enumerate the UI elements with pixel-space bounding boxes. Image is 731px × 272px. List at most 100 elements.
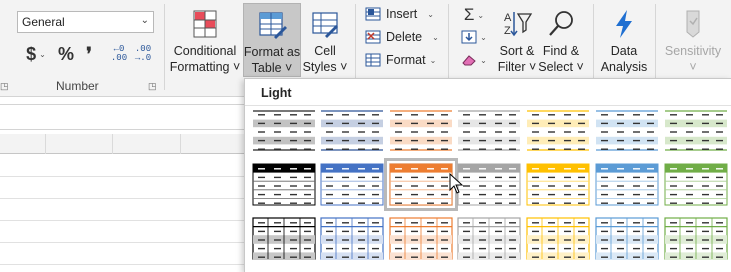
delete-cells-button[interactable]: Delete ⌄: [365, 27, 439, 47]
svg-text:Z: Z: [504, 25, 511, 37]
format-cells-icon: [365, 53, 381, 67]
cell-styles-label-2: Styles ˅: [302, 60, 348, 74]
chevron-down-icon: ⌄: [480, 55, 487, 65]
table-style-preview: [252, 163, 316, 206]
find-select-label: Find &: [542, 44, 580, 58]
table-style-swatch[interactable]: [526, 217, 590, 261]
table-style-swatch[interactable]: [389, 109, 453, 152]
table-style-swatch[interactable]: [252, 163, 316, 206]
column-header-row: [0, 134, 244, 154]
number-format-dropdown[interactable]: General ⌄: [17, 11, 154, 33]
grid-line: [0, 242, 244, 243]
table-style-swatch[interactable]: [320, 217, 384, 261]
sensitivity-tag-icon: [686, 10, 700, 38]
table-style-preview: [457, 163, 521, 206]
comma-style-button[interactable]: ❜: [79, 43, 99, 65]
clear-button[interactable]: ⌄: [456, 50, 492, 70]
svg-text:A: A: [504, 12, 512, 24]
table-style-swatch[interactable]: [320, 163, 384, 206]
group-separator: [164, 4, 165, 90]
conditional-formatting-label: Conditional: [173, 44, 237, 58]
insert-cells-icon: [365, 7, 381, 21]
dialog-launcher-icon[interactable]: ◳: [148, 81, 157, 92]
table-style-swatch[interactable]: [595, 217, 659, 261]
data-analysis-label-2: Analysis: [600, 60, 648, 74]
table-style-swatch[interactable]: [252, 109, 316, 152]
format-cells-button[interactable]: Format ⌄: [365, 50, 436, 70]
table-style-swatch[interactable]: [526, 163, 590, 206]
fill-down-icon: [461, 30, 477, 44]
table-style-preview: [390, 110, 452, 151]
conditional-formatting-icon: [193, 10, 217, 38]
fill-button[interactable]: ⌄: [456, 27, 492, 47]
percent-style-button[interactable]: %: [55, 43, 77, 65]
insert-cells-button[interactable]: Insert ⌄: [365, 4, 434, 24]
table-style-preview: [664, 163, 728, 206]
table-style-swatch[interactable]: [664, 217, 728, 261]
lightning-icon: [616, 10, 632, 38]
delete-cells-icon: [365, 30, 381, 44]
table-style-swatch[interactable]: [664, 163, 728, 206]
table-style-swatch[interactable]: [320, 109, 384, 152]
table-style-swatch[interactable]: [457, 163, 521, 206]
table-style-preview: [321, 110, 383, 151]
table-style-gallery: Light: [244, 78, 731, 272]
table-style-preview: [253, 110, 315, 151]
table-style-swatch[interactable]: [384, 158, 458, 211]
sort-filter-label-2: Filter ˅: [497, 60, 537, 74]
cell-styles-button[interactable]: Cell Styles ˅: [302, 3, 348, 77]
table-style-preview: [527, 110, 589, 151]
find-select-button[interactable]: Find & Select ˅: [536, 3, 586, 77]
chevron-down-icon: ⌄: [432, 32, 439, 42]
table-style-preview: [320, 163, 384, 206]
column-divider: [45, 134, 46, 154]
table-style-preview: [389, 217, 453, 261]
eraser-icon: [462, 55, 476, 66]
number-group-label: Number: [56, 79, 99, 93]
increase-decimal-button[interactable]: ←0 .00: [108, 43, 130, 65]
data-analysis-label: Data: [610, 44, 638, 58]
table-style-swatch[interactable]: [457, 217, 521, 261]
chevron-down-icon: ⌄: [429, 55, 437, 65]
sensitivity-button[interactable]: Sensitivity ˅: [662, 3, 724, 77]
sensitivity-label: Sensitivity: [664, 44, 722, 58]
table-style-preview: [458, 110, 520, 151]
table-style-preview: [664, 217, 728, 261]
delete-label: Delete: [386, 30, 423, 44]
format-as-table-label-2: Table ˅: [251, 61, 293, 75]
autosum-button[interactable]: Σ ⌄: [456, 5, 492, 25]
table-style-swatch[interactable]: [252, 217, 316, 261]
conditional-formatting-button[interactable]: Conditional Formatting ˅: [170, 3, 240, 77]
table-style-preview: [389, 163, 453, 206]
formula-bar[interactable]: [0, 104, 244, 130]
table-style-swatch[interactable]: [526, 109, 590, 152]
chevron-down-icon: ⌄: [39, 49, 46, 59]
cell-styles-label: Cell: [314, 44, 336, 58]
table-style-swatch[interactable]: [457, 109, 521, 152]
table-style-swatch[interactable]: [389, 217, 453, 261]
format-as-table-button[interactable]: Format as Table ˅: [243, 3, 301, 77]
cell-styles-icon: [312, 12, 338, 38]
comma-symbol: ❜: [86, 43, 92, 64]
accounting-format-button[interactable]: $ ⌄: [19, 43, 53, 65]
magnifier-icon: [549, 11, 573, 36]
dialog-launcher-icon[interactable]: ◳: [0, 81, 9, 92]
table-style-preview: [595, 163, 659, 206]
column-divider: [180, 134, 181, 154]
table-style-preview: [320, 217, 384, 261]
decrease-decimal-button[interactable]: .00 →.0: [132, 43, 154, 65]
table-style-preview: [526, 163, 590, 206]
mouse-cursor-icon: [449, 173, 464, 194]
chevron-down-icon: ⌄: [480, 32, 487, 42]
format-as-table-icon: [259, 12, 287, 39]
chevron-down-icon: ⌄: [427, 9, 434, 19]
table-style-preview: [595, 217, 659, 261]
sensitivity-chevron: ˅: [689, 60, 697, 74]
data-analysis-button[interactable]: Data Analysis: [598, 3, 650, 77]
table-style-swatch[interactable]: [595, 163, 659, 206]
decrease-decimal-icon: .00 →.0: [134, 44, 152, 63]
table-style-swatch[interactable]: [595, 109, 659, 152]
table-style-swatch[interactable]: [664, 109, 728, 152]
find-select-label-2: Select ˅: [538, 60, 584, 74]
sort-filter-button[interactable]: A Z Sort & Filter ˅: [493, 3, 541, 77]
